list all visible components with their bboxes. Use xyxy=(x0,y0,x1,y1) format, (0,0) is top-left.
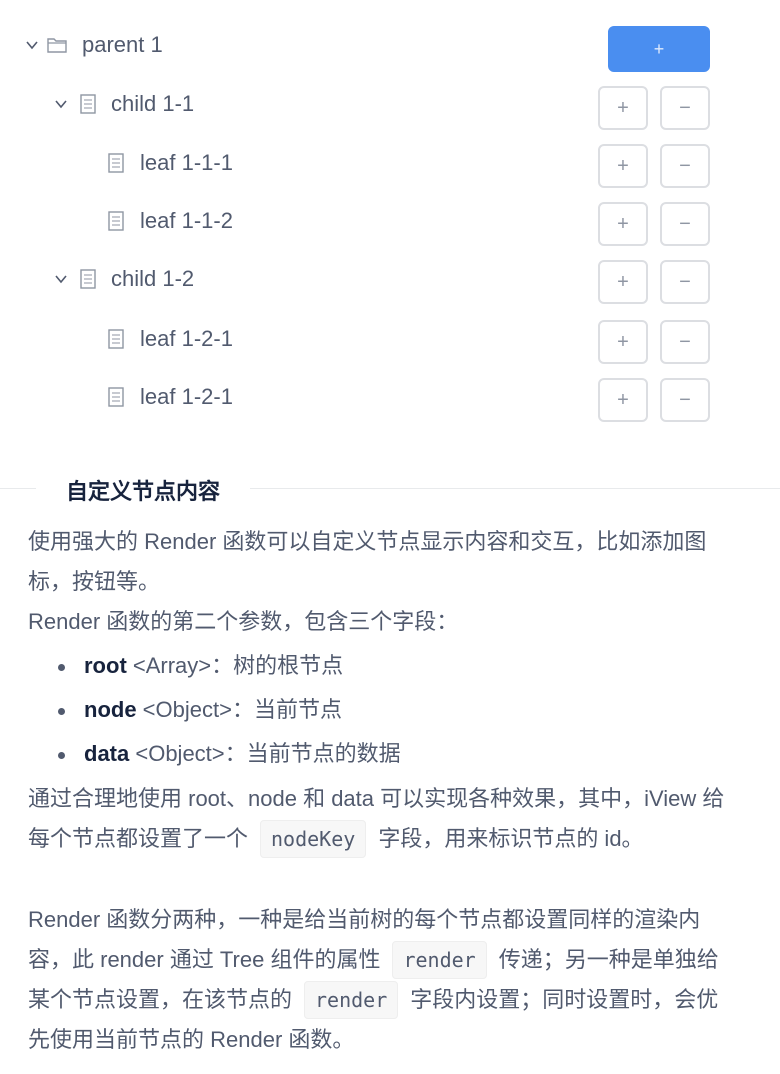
param-name: node xyxy=(84,697,137,722)
param-name: root xyxy=(84,653,127,678)
list-item: data <Object>：当前节点的数据 xyxy=(28,732,738,776)
param-desc: <Object>：当前节点的数据 xyxy=(129,741,401,766)
tree-node-label: leaf 1-2-1 xyxy=(140,326,233,351)
file-icon xyxy=(77,93,99,115)
doc-intro: 使用强大的 Render 函数可以自定义节点显示内容和交互，比如添加图标，按钮等… xyxy=(28,522,738,602)
param-desc: <Array>：树的根节点 xyxy=(126,653,344,678)
file-icon xyxy=(105,210,127,232)
add-child-button[interactable]: + xyxy=(608,26,710,72)
remove-node-button[interactable]: − xyxy=(660,320,710,364)
p3-text-b: 字段，用来标识节点的 id。 xyxy=(378,826,644,851)
add-child-button[interactable]: + xyxy=(598,202,648,246)
remove-node-button[interactable]: − xyxy=(660,378,710,422)
section-title: 自定义节点内容 xyxy=(36,474,251,506)
intro-paragraph: 使用强大的 Render 函数可以自定义节点显示内容和交互，比如添加图标，按钮等… xyxy=(28,529,707,594)
params-intro-paragraph: Render 函数的第二个参数，包含三个字段： xyxy=(28,609,459,634)
tree-node-label: child 1-2 xyxy=(111,266,195,291)
remove-node-button[interactable]: − xyxy=(660,202,710,246)
param-name: data xyxy=(84,741,130,766)
doc-p4: Render 函数分两种，一种是给当前树的每个节点都设置同样的渲染内容，此 re… xyxy=(28,900,738,1060)
add-child-button[interactable]: + xyxy=(598,378,648,422)
file-icon xyxy=(105,328,127,350)
file-icon xyxy=(105,152,127,174)
chevron-down-icon[interactable] xyxy=(52,270,70,288)
file-icon xyxy=(77,268,99,290)
tree: parent 1 + child 1-1 + − leaf 1-1-1 + − … xyxy=(0,0,780,450)
remove-node-button[interactable]: − xyxy=(660,86,710,130)
chevron-down-icon[interactable] xyxy=(23,36,41,54)
add-child-button[interactable]: + xyxy=(598,144,648,188)
folder-icon xyxy=(46,34,68,56)
inline-code: nodeKey xyxy=(260,820,367,858)
tree-node-label: child 1-1 xyxy=(111,91,195,116)
add-child-button[interactable]: + xyxy=(598,260,648,304)
inline-code: render xyxy=(304,981,399,1019)
list-item: node <Object>：当前节点 xyxy=(28,688,738,732)
remove-node-button[interactable]: − xyxy=(660,260,710,304)
file-icon xyxy=(105,386,127,408)
tree-node-label: leaf 1-1-2 xyxy=(140,208,233,233)
doc-p3: 通过合理地使用 root、node 和 data 可以实现各种效果，其中，iVi… xyxy=(28,779,738,859)
remove-node-button[interactable]: − xyxy=(660,144,710,188)
doc-params-intro: Render 函数的第二个参数，包含三个字段： xyxy=(28,602,738,642)
chevron-down-icon[interactable] xyxy=(52,95,70,113)
add-child-button[interactable]: + xyxy=(598,86,648,130)
tree-node-label: parent 1 xyxy=(82,32,163,57)
tree-node-label: leaf 1-2-1 xyxy=(140,384,233,409)
param-desc: <Object>：当前节点 xyxy=(136,697,342,722)
paragraph-3: 通过合理地使用 root、node 和 data 可以实现各种效果，其中，iVi… xyxy=(28,779,738,859)
params-list: root <Array>：树的根节点 node <Object>：当前节点 da… xyxy=(28,644,738,776)
paragraph-4: Render 函数分两种，一种是给当前树的每个节点都设置同样的渲染内容，此 re… xyxy=(28,900,738,1060)
list-item: root <Array>：树的根节点 xyxy=(28,644,738,688)
tree-node-label: leaf 1-1-1 xyxy=(140,150,233,175)
inline-code: render xyxy=(392,941,487,979)
add-child-button[interactable]: + xyxy=(598,320,648,364)
